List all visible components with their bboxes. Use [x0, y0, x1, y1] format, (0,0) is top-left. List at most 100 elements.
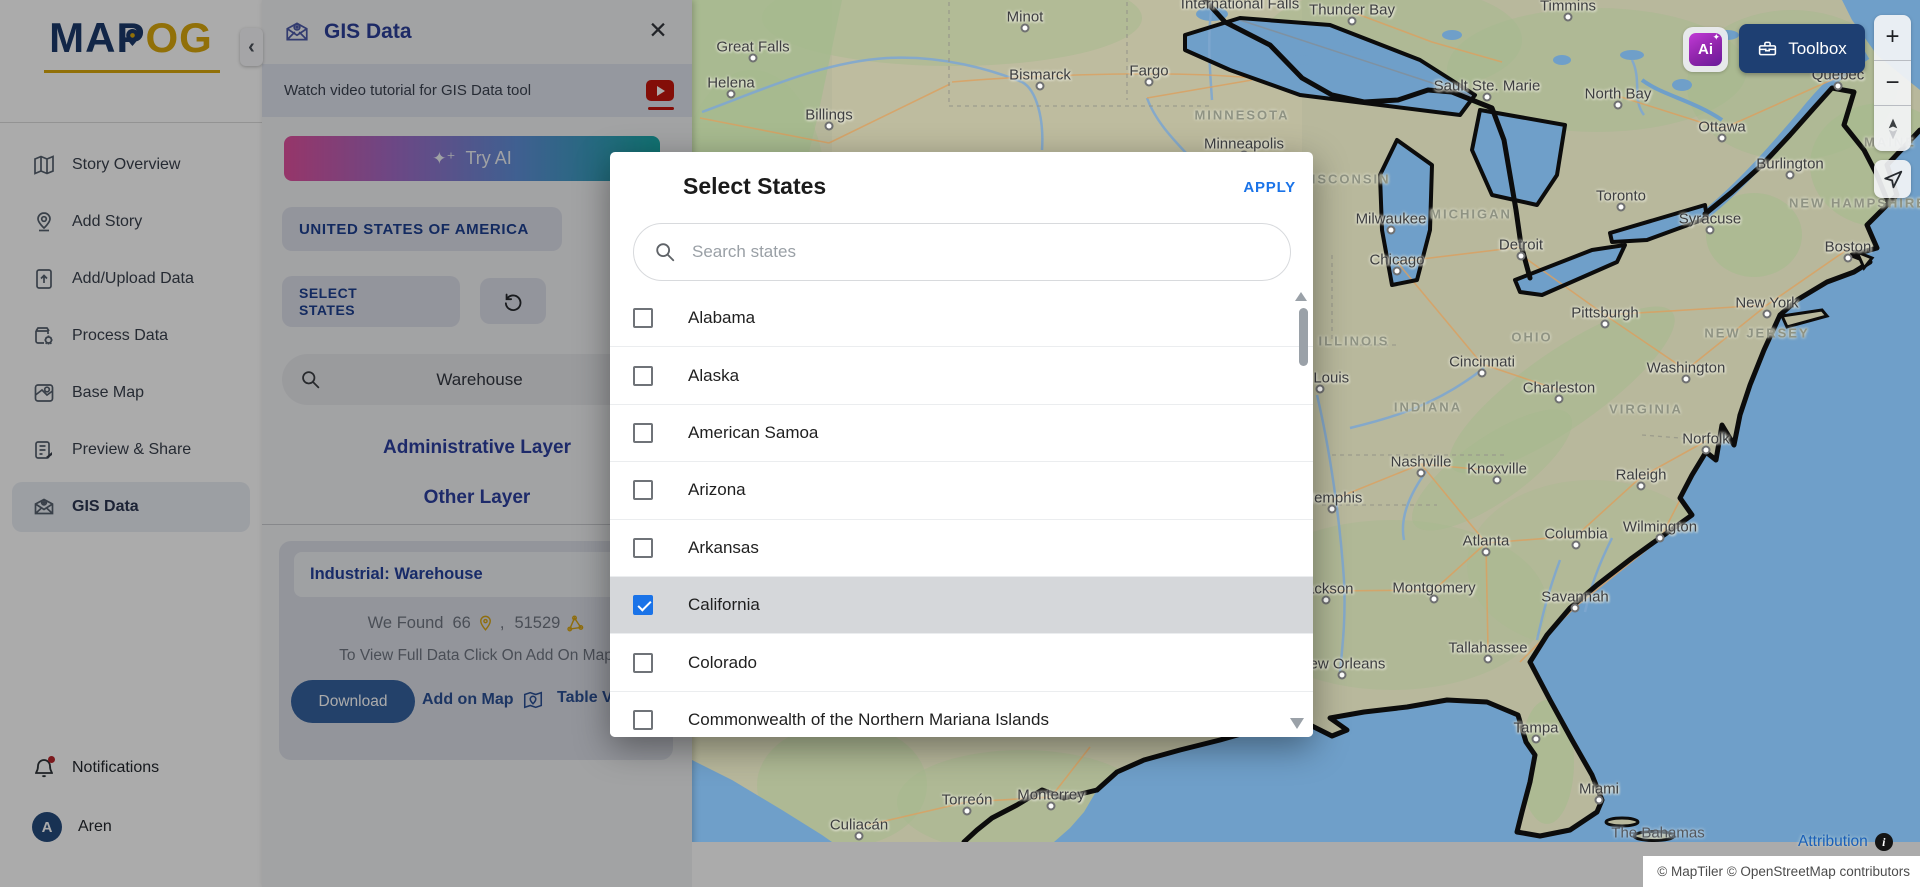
state-row-alaska[interactable]: Alaska [610, 347, 1313, 405]
state-name: Arizona [688, 480, 746, 500]
state-name: American Samoa [688, 422, 819, 442]
state-checkbox[interactable] [633, 308, 653, 329]
map-city-dot [1481, 547, 1491, 557]
attribution-toggle[interactable]: Attribution i [1798, 833, 1893, 851]
map-city-dot [1035, 81, 1045, 91]
map-city-dot [1554, 394, 1564, 404]
select-states-modal: Select States APPLY Alabama Alaska America… [610, 152, 1313, 737]
ai-icon: Ai ✦ [1689, 32, 1722, 66]
plus-icon: + [1885, 23, 1900, 51]
map-city-dot [1516, 251, 1526, 261]
map-city-dot [1762, 309, 1772, 319]
compass-needle-icon [1888, 118, 1897, 140]
map-region-label: INDIANA [1393, 399, 1463, 415]
map-city-dot [1717, 133, 1727, 143]
modal-title: Select States [683, 173, 827, 199]
state-row-california[interactable]: California [610, 576, 1313, 635]
map-city-dot [1020, 23, 1030, 33]
map-city-dot [1492, 475, 1502, 485]
map-city-dot [1636, 481, 1646, 491]
state-row-commonwealth-of-the-northern-mariana-islands[interactable]: Commonwealth of the Northern Mariana Isl… [610, 691, 1313, 737]
state-checkbox[interactable] [633, 709, 653, 730]
map-city-dot [1570, 603, 1580, 613]
attribution-label: Attribution [1798, 833, 1868, 850]
states-search-input[interactable] [692, 242, 1232, 262]
map-region-label: MINNESOTA [1194, 107, 1290, 123]
map-copyright: © MapTiler © OpenStreetMap contributors [1643, 856, 1920, 887]
state-row-arkansas[interactable]: Arkansas [610, 519, 1313, 577]
compass-button[interactable] [1874, 105, 1911, 151]
map-city-dot [1616, 202, 1626, 212]
map-city-dot [824, 121, 834, 131]
map-city-dot [854, 831, 864, 841]
map-city-dot [1571, 540, 1581, 550]
map-city-dot [1046, 801, 1056, 811]
state-checkbox[interactable] [633, 422, 653, 443]
map-zoom-controls: + − [1874, 15, 1911, 151]
map-city-dot [1337, 670, 1347, 680]
info-icon: i [1874, 833, 1893, 851]
state-row-american-samoa[interactable]: American Samoa [610, 404, 1313, 463]
modal-backdrop[interactable] [0, 0, 692, 887]
locate-button[interactable] [1874, 160, 1911, 198]
state-name: Colorado [688, 652, 757, 672]
state-name: Arkansas [688, 537, 759, 557]
state-checkbox[interactable] [633, 480, 653, 501]
map-city-label: International Falls [1180, 0, 1300, 13]
map-city-dot [1321, 595, 1331, 605]
states-list: Alabama Alaska American Samoa Arizona Arkans… [610, 290, 1313, 737]
map-city-dot [1483, 654, 1493, 664]
zoom-in-button[interactable]: + [1874, 15, 1911, 60]
map-city-dot [1386, 225, 1396, 235]
map-city-dot [1681, 374, 1691, 384]
map-city-dot [1613, 100, 1623, 110]
state-name: Commonwealth of the Northern Mariana Isl… [688, 709, 1049, 729]
state-row-arizona[interactable]: Arizona [610, 462, 1313, 520]
map-region-label: NEW JERSEY [1704, 325, 1810, 341]
map-city-dot [1327, 504, 1337, 514]
map-city-dot [1477, 368, 1487, 378]
map-city-dot [1600, 319, 1610, 329]
map-city-dot [1785, 170, 1795, 180]
map-city-dot [1843, 253, 1853, 263]
map-city-dot [726, 89, 736, 99]
map-region-label: ILLINOIS [1318, 333, 1390, 349]
map-city-dot [1315, 384, 1325, 394]
apply-button[interactable]: APPLY [1243, 179, 1296, 196]
map-city-dot [1563, 12, 1573, 22]
map-city-dot [1416, 468, 1426, 478]
map-city-dot [1655, 533, 1665, 543]
map-city-dot [1594, 795, 1604, 805]
map-region-label: VIRGINIA [1609, 401, 1683, 417]
map-city-dot [1531, 734, 1541, 744]
state-name: Alabama [688, 308, 756, 328]
map-region-label: MICHIGAN [1430, 206, 1512, 222]
state-row-colorado[interactable]: Colorado [610, 634, 1313, 692]
map-city-dot [1392, 266, 1402, 276]
scrollbar-thumb[interactable] [1299, 308, 1308, 366]
state-checkbox[interactable] [633, 652, 653, 673]
map-city-dot [1705, 225, 1715, 235]
toolbox-label: Toolbox [1788, 38, 1847, 58]
minus-icon: − [1885, 69, 1900, 96]
state-checkbox[interactable] [633, 537, 653, 558]
ai-tools-button[interactable]: Ai ✦ [1683, 27, 1728, 72]
toolbox-icon [1759, 41, 1777, 56]
map-city-dot [1482, 92, 1492, 102]
zoom-out-button[interactable]: − [1874, 59, 1911, 106]
map-city-dot [1429, 594, 1439, 604]
map-city-dot [1701, 445, 1711, 455]
states-search-field[interactable] [633, 223, 1291, 281]
map-city-dot [1347, 16, 1357, 26]
state-checkbox[interactable] [633, 365, 653, 386]
state-name: Alaska [688, 365, 740, 385]
map-city-label: The Bahamas [1611, 824, 1705, 842]
map-city-dot [962, 806, 972, 816]
state-row-alabama[interactable]: Alabama [610, 290, 1313, 348]
search-icon [656, 243, 675, 262]
toolbox-button[interactable]: Toolbox [1739, 24, 1865, 73]
state-checkbox[interactable] [633, 595, 653, 616]
scroll-down-arrow[interactable] [1290, 718, 1304, 729]
map-city-dot [748, 53, 758, 63]
scroll-up-arrow[interactable] [1295, 292, 1307, 301]
